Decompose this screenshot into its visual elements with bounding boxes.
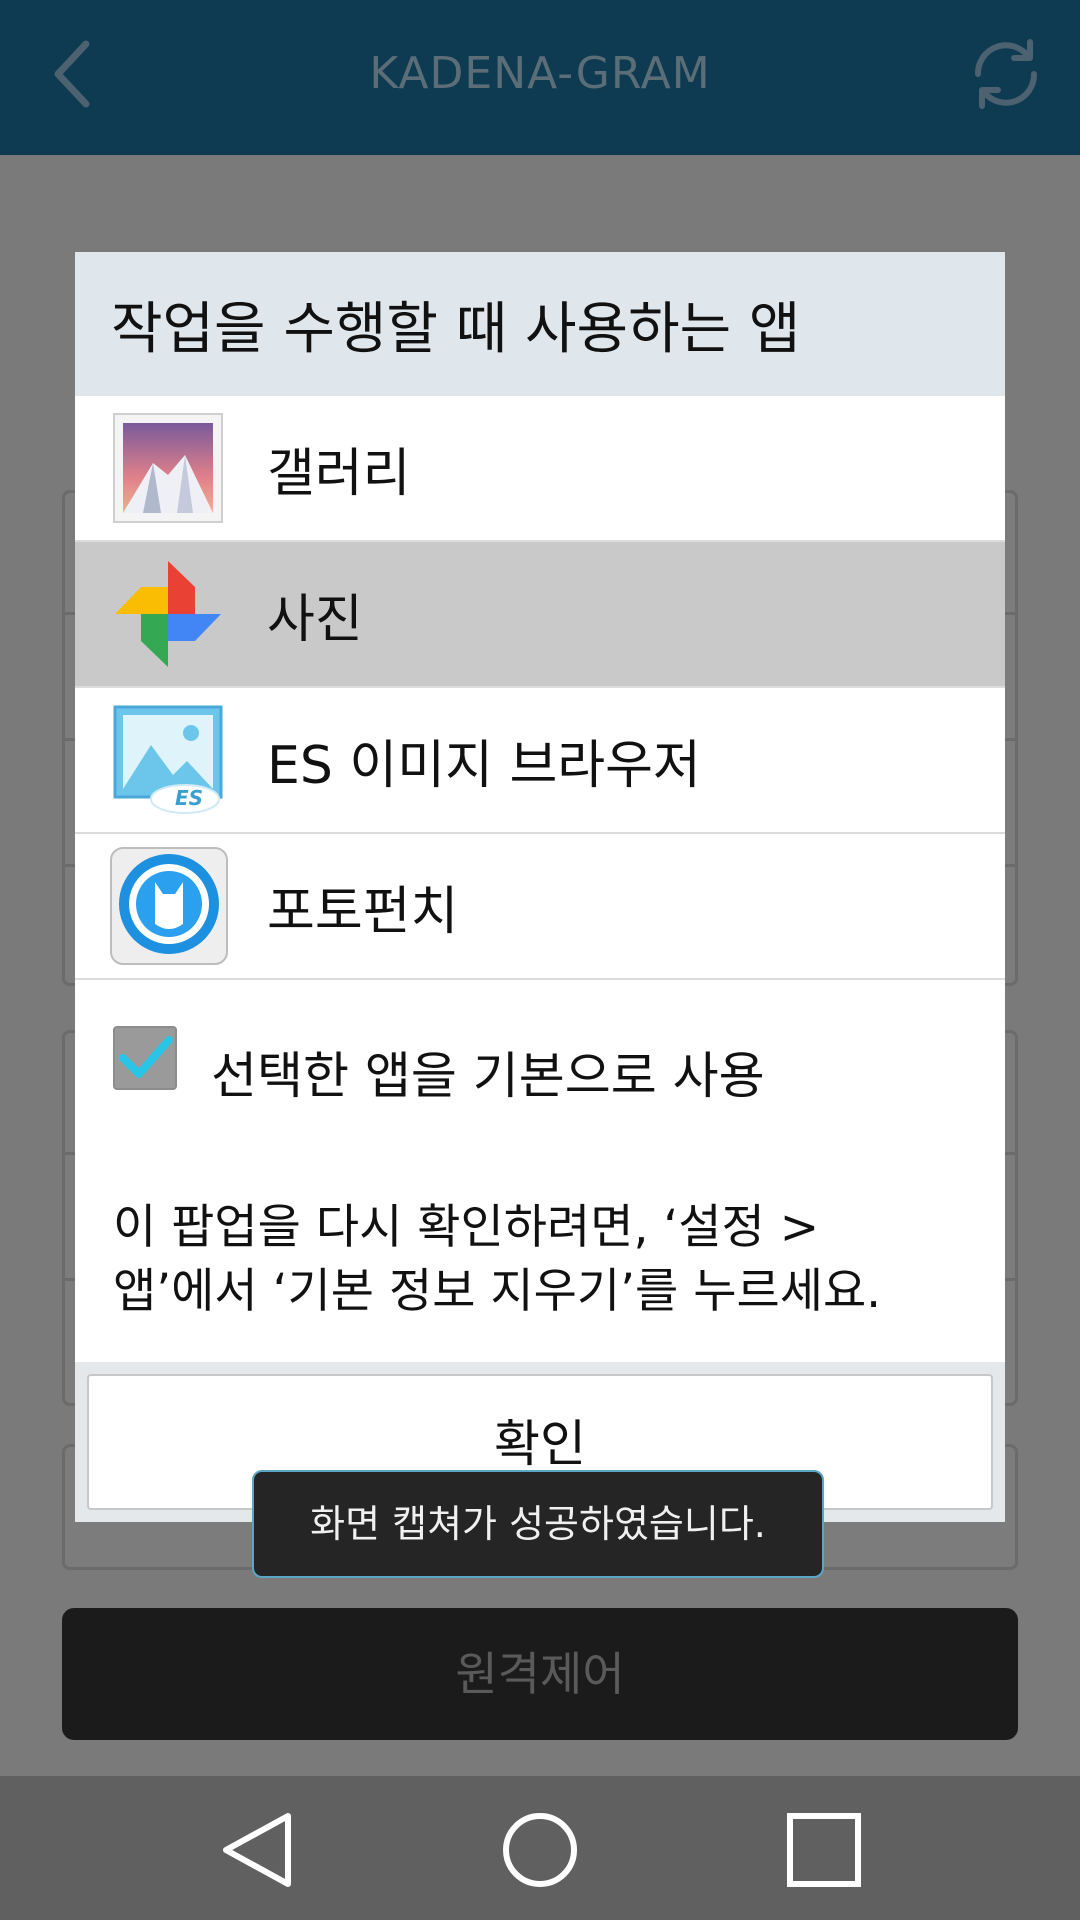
svg-text:ES: ES bbox=[175, 786, 203, 810]
es-image-browser-icon: ES bbox=[113, 705, 223, 815]
app-option-photos[interactable]: 사진 bbox=[75, 542, 1005, 688]
nav-recents-icon[interactable] bbox=[784, 1810, 864, 1890]
nav-home-icon[interactable] bbox=[500, 1810, 580, 1890]
refresh-icon[interactable] bbox=[968, 36, 1044, 112]
app-option-es-image-browser[interactable]: ES ES 이미지 브라우저 bbox=[75, 688, 1005, 834]
app-label: ES 이미지 브라우저 bbox=[267, 735, 701, 796]
app-label: 포토펀치 bbox=[267, 881, 459, 942]
app-bar: KADENA-GRAM bbox=[0, 0, 1080, 155]
photopunch-icon bbox=[109, 846, 229, 966]
info-line: 앱’에서 ‘기본 정보 지우기’를 누르세요. bbox=[113, 1264, 882, 1319]
nav-back-icon[interactable] bbox=[218, 1810, 298, 1890]
default-app-option[interactable]: 선택한 앱을 기본으로 사용 bbox=[75, 980, 1005, 1150]
app-option-photopunch[interactable]: 포토펀치 bbox=[75, 834, 1005, 980]
navigation-bar bbox=[0, 1776, 1080, 1920]
default-checkbox[interactable] bbox=[113, 1026, 177, 1090]
gallery-icon bbox=[113, 413, 223, 523]
app-option-gallery[interactable]: 갤러리 bbox=[75, 396, 1005, 542]
info-line: 이 팝업을 다시 확인하려면, ‘설정 > bbox=[113, 1200, 820, 1255]
app-title: KADENA-GRAM bbox=[369, 48, 711, 99]
checkmark-icon bbox=[119, 1036, 173, 1078]
default-checkbox-label: 선택한 앱을 기본으로 사용 bbox=[211, 1047, 765, 1105]
app-chooser-dialog: 작업을 수행할 때 사용하는 앱 갤러리 사진 ES ES 이미지 브라우저 포… bbox=[75, 252, 1005, 1522]
dialog-title: 작업을 수행할 때 사용하는 앱 bbox=[111, 296, 801, 362]
photos-pinwheel-icon bbox=[113, 559, 223, 669]
app-label: 갤러리 bbox=[267, 443, 411, 504]
app-label: 사진 bbox=[267, 589, 363, 650]
dialog-header: 작업을 수행할 때 사용하는 앱 bbox=[75, 252, 1005, 396]
toast-message: 화면 캡쳐가 성공하였습니다. bbox=[252, 1470, 824, 1578]
remote-control-button[interactable]: 원격제어 bbox=[62, 1608, 1018, 1740]
